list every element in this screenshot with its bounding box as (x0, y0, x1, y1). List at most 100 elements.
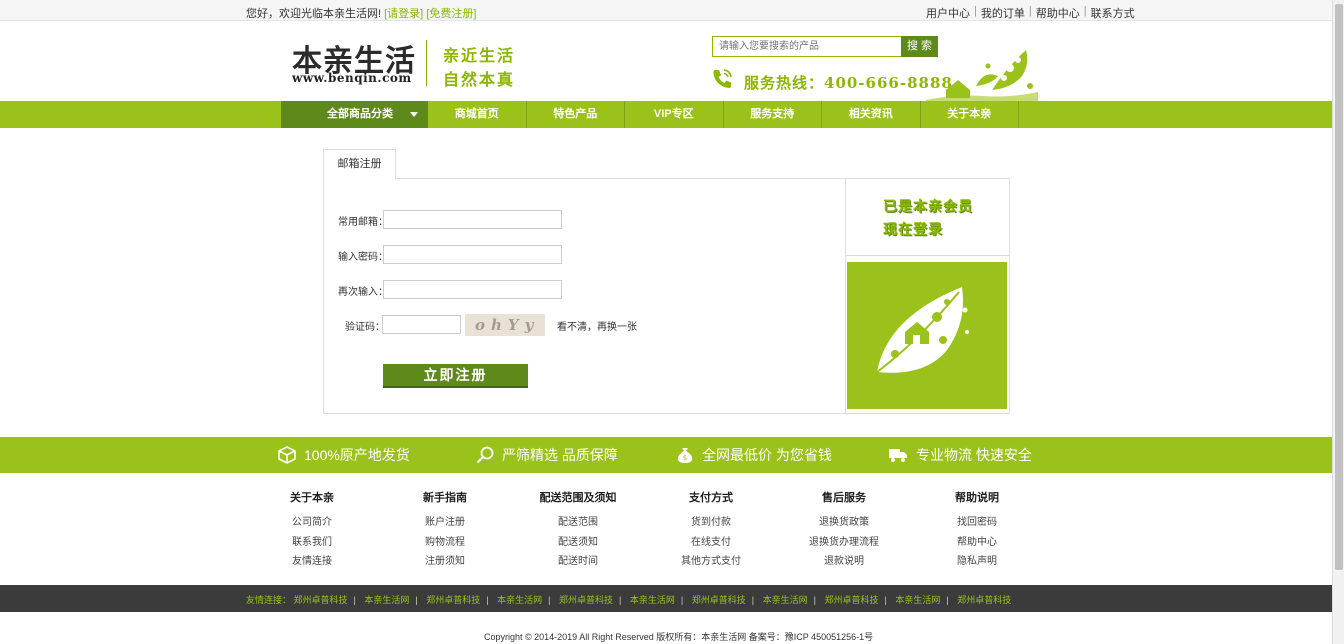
help-link[interactable]: 注册须知 (390, 552, 500, 572)
promise-text: 全网最低价 为您省钱 (702, 447, 832, 463)
confirm-password-label: 再次输入： (338, 287, 388, 298)
promise-text: 严筛精选 品质保障 (502, 447, 618, 463)
money-bag-icon: $ (677, 448, 693, 463)
register-link[interactable]: [免费注册] (426, 8, 476, 20)
logo-divider (426, 40, 427, 86)
friend-link[interactable]: 郑州卓普科技 (692, 595, 746, 605)
help-link[interactable]: 在线支付 (656, 533, 766, 553)
my-orders-link[interactable]: 我的订单 (981, 5, 1025, 21)
register-submit-button[interactable]: 立即注册 (383, 364, 528, 388)
help-link[interactable]: 隐私声明 (922, 552, 1032, 572)
separator: | (680, 595, 684, 605)
user-center-link[interactable]: 用户中心 (926, 5, 970, 21)
friend-link[interactable]: 本亲生活网 (497, 595, 542, 605)
member-login-line-1[interactable]: 已是本亲会员 (883, 196, 973, 216)
refresh-captcha-link[interactable]: 看不清，再换一张 (557, 318, 637, 333)
nav-item-support[interactable]: 服务支持 (724, 101, 822, 128)
help-column-guide: 新手指南 账户注册 购物流程 注册须知 (390, 489, 500, 572)
nav-item-home[interactable]: 商城首页 (428, 101, 527, 128)
friend-links: 友情连接： 郑州卓普科技 | 本亲生活网 | 郑州卓普科技 | 本亲生活网 | 郑州卓普… (246, 593, 1011, 606)
copyright: Copyright © 2014-2019 All Right Reserved… (484, 632, 874, 642)
help-link[interactable]: 账户注册 (390, 513, 500, 533)
help-column-title: 支付方式 (689, 492, 733, 504)
separator: | (548, 595, 551, 605)
phone-icon (713, 69, 732, 88)
help-link[interactable]: 配送时间 (523, 552, 633, 572)
tab-email-register[interactable]: 邮箱注册 (323, 149, 396, 179)
friend-link[interactable]: 郑州卓普科技 (559, 595, 613, 605)
top-bar: 您好，欢迎光临本亲生活网! [请登录] [免费注册] 用户中心 | 我的订单 |… (0, 0, 1332, 21)
help-column-title: 新手指南 (423, 492, 467, 504)
help-column-title: 帮助说明 (955, 492, 999, 504)
nav-item-about[interactable]: 关于本亲 (921, 101, 1019, 128)
captcha-input[interactable] (382, 315, 461, 334)
friend-link[interactable]: 本亲生活网 (895, 595, 940, 605)
captcha-image[interactable]: ohYy (465, 314, 545, 336)
search-input[interactable] (712, 36, 902, 57)
help-center-link[interactable]: 帮助中心 (1036, 5, 1080, 21)
help-link[interactable]: 友情连接 (257, 552, 367, 572)
separator: | (1083, 5, 1087, 17)
logo-url: www.benqin.com (292, 71, 412, 85)
help-column-title: 售后服务 (822, 492, 866, 504)
contact-link[interactable]: 联系方式 (1091, 5, 1135, 21)
help-link[interactable]: 找回密码 (922, 513, 1032, 533)
help-link[interactable]: 配送须知 (523, 533, 633, 553)
chevron-down-icon (410, 112, 418, 117)
friend-link[interactable]: 郑州卓普科技 (426, 595, 480, 605)
service-promise-bar: 100%原产地发货 严筛精选 品质保障 $ 全网最低价 为您省钱 专业物流 快速… (0, 437, 1332, 473)
help-column-delivery: 配送范围及须知 配送范围 配送须知 配送时间 (523, 489, 633, 572)
top-links: 用户中心 | 我的订单 | 帮助中心 | 联系方式 (926, 5, 1135, 21)
help-link[interactable]: 配送范围 (523, 513, 633, 533)
friend-link[interactable]: 郑州卓普科技 (957, 595, 1011, 605)
slogan-line-1: 亲近生活 (443, 46, 516, 65)
password-label: 输入密码： (338, 252, 388, 263)
separator: | (415, 595, 418, 605)
separator: | (813, 595, 817, 605)
help-column-title: 配送范围及须知 (539, 492, 617, 504)
promise-text: 100%原产地发货 (304, 447, 410, 463)
nav-item-vip[interactable]: VIP专区 (625, 101, 724, 128)
help-link[interactable]: 购物流程 (390, 533, 500, 553)
help-link[interactable]: 其他方式支付 (656, 552, 766, 572)
box-icon (278, 446, 296, 464)
promise-text: 专业物流 快速安全 (916, 447, 1032, 463)
email-field[interactable] (383, 210, 562, 229)
friend-link[interactable]: 本亲生活网 (763, 595, 808, 605)
help-link[interactable]: 退换货政策 (789, 513, 899, 533)
friend-link[interactable]: 郑州卓普科技 (294, 595, 348, 605)
promise-item-price: $ 全网最低价 为您省钱 (676, 437, 832, 473)
nav-item-news[interactable]: 相关资讯 (822, 101, 921, 128)
scrollbar-thumb[interactable] (1335, 4, 1343, 570)
help-link[interactable]: 公司简介 (257, 513, 367, 533)
decorative-tree-icon (926, 50, 1038, 102)
svg-text:$: $ (683, 454, 687, 462)
help-column-payment: 支付方式 货到付款 在线支付 其他方式支付 (656, 489, 766, 572)
help-link[interactable]: 帮助中心 (922, 533, 1032, 553)
nav-item-featured[interactable]: 特色产品 (527, 101, 625, 128)
login-link[interactable]: [请登录] (384, 8, 423, 20)
friend-link[interactable]: 本亲生活网 (364, 595, 409, 605)
promo-leaf-banner (847, 262, 1007, 409)
member-login-line-2[interactable]: 现在登录 (883, 219, 943, 239)
member-login-box[interactable] (846, 180, 1009, 256)
email-label: 常用邮箱： (338, 217, 388, 228)
help-link[interactable]: 联系我们 (257, 533, 367, 553)
nav-items: 商城首页 特色产品 VIP专区 服务支持 相关资讯 关于本亲 (428, 101, 1019, 128)
all-categories-menu[interactable]: 全部商品分类 (281, 101, 428, 128)
slogan-line-2: 自然本真 (443, 70, 516, 89)
password-field[interactable] (383, 245, 562, 264)
captcha-label: 验证码： (345, 322, 385, 333)
help-link[interactable]: 货到付款 (656, 513, 766, 533)
promise-item-logistics: 专业物流 快速安全 (888, 437, 1032, 473)
all-categories-label: 全部商品分类 (327, 108, 393, 120)
magnifier-icon (476, 446, 494, 464)
help-link[interactable]: 退款说明 (789, 552, 899, 572)
help-column-title: 关于本亲 (290, 492, 334, 504)
friend-link[interactable]: 本亲生活网 (630, 595, 675, 605)
separator: | (486, 595, 489, 605)
friend-link[interactable]: 郑州卓普科技 (825, 595, 879, 605)
confirm-password-field[interactable] (383, 280, 562, 299)
vertical-scrollbar[interactable] (1332, 0, 1344, 644)
help-link[interactable]: 退换货办理流程 (789, 533, 899, 553)
